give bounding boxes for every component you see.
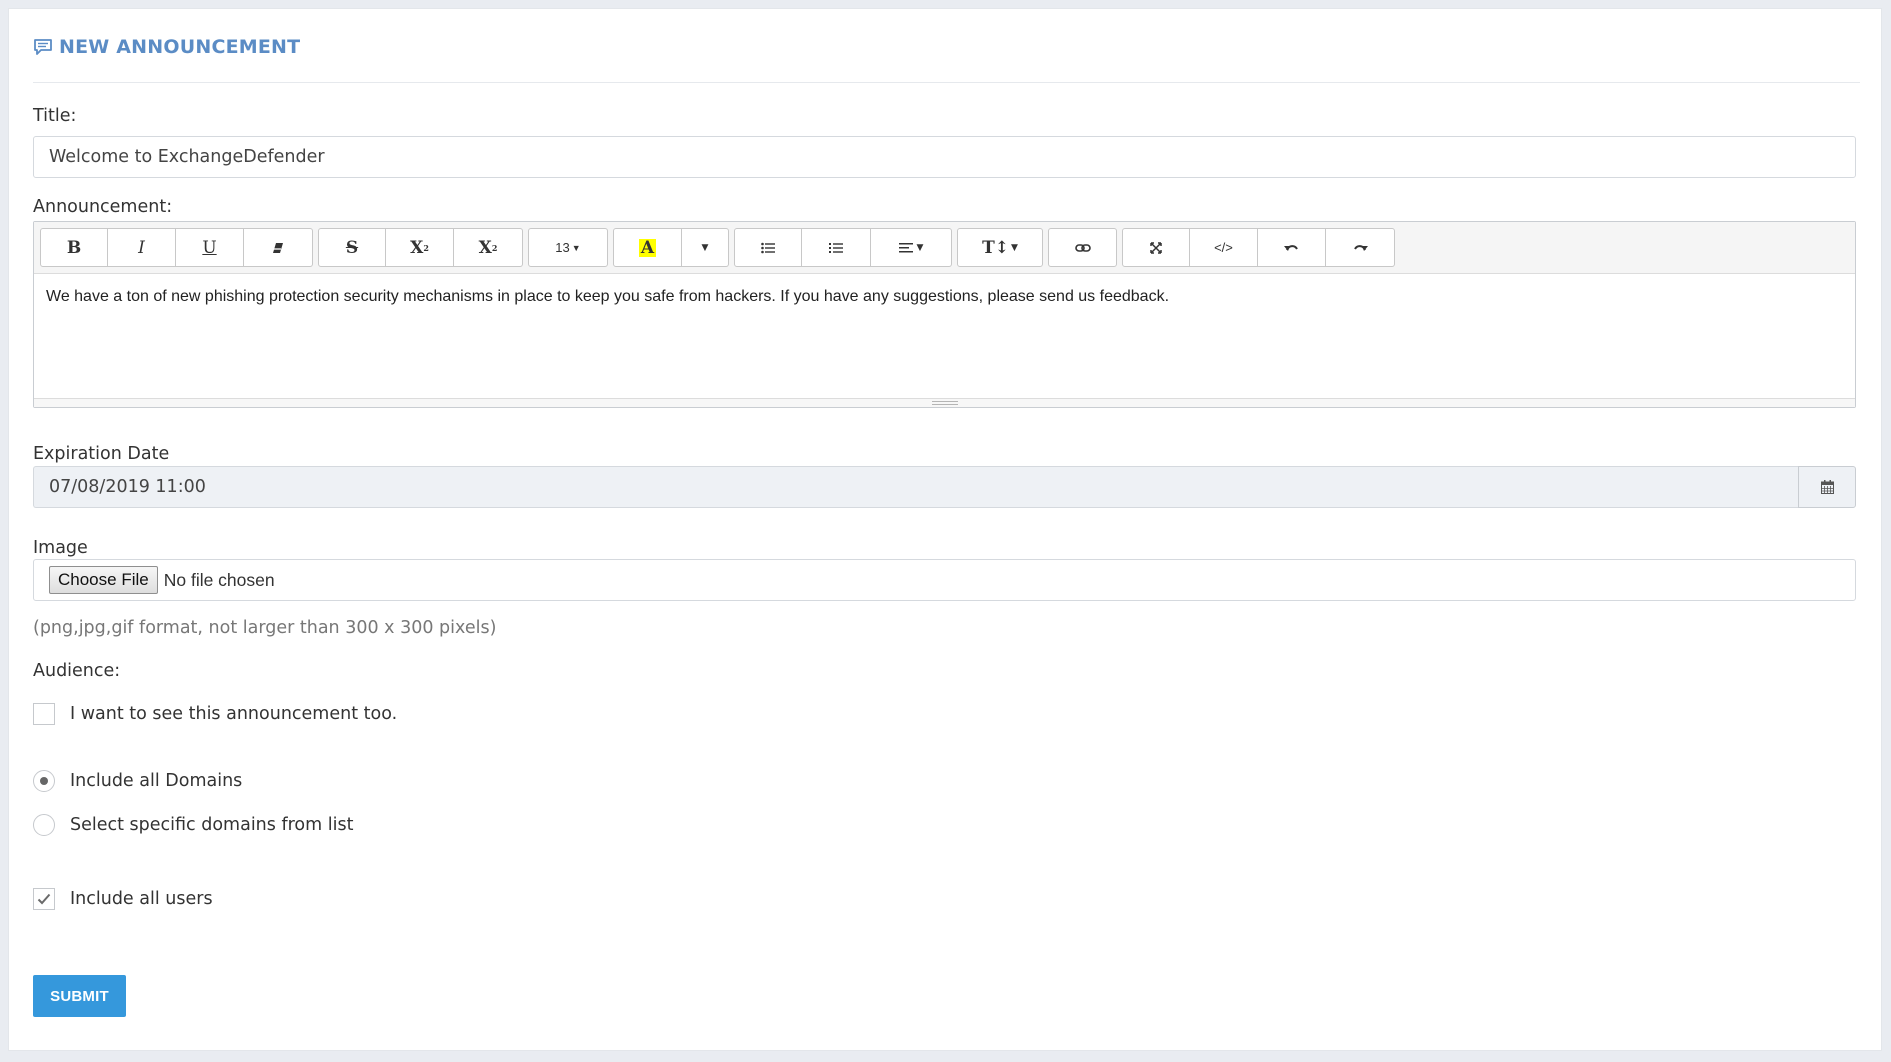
file-status: No file chosen <box>163 569 275 590</box>
submit-button[interactable]: SUBMIT <box>33 975 126 1017</box>
italic-button[interactable]: I <box>108 228 176 267</box>
page-title: NEW ANNOUNCEMENT <box>59 35 301 58</box>
expiration-date-input[interactable]: 07/08/2019 11:00 <box>33 466 1798 508</box>
line-height-dropdown[interactable]: T↕ ▼ <box>957 228 1043 267</box>
editor-content[interactable]: We have a ton of new phishing protection… <box>34 274 1855 398</box>
caret-down-icon: ▼ <box>571 242 581 253</box>
see-too-label: I want to see this announcement too. <box>70 704 398 724</box>
insert-link-button[interactable] <box>1048 228 1117 267</box>
all-users-label: Include all users <box>70 889 213 909</box>
editor-toolbar: B I U S X2 X2 13 ▼ A ▼ ▼ T↕ ▼ </> <box>34 222 1855 274</box>
checkmark-icon <box>37 893 51 905</box>
expiration-date-value: 07/08/2019 11:00 <box>49 477 206 497</box>
clear-format-button[interactable] <box>244 228 313 267</box>
script-group: S X2 X2 <box>318 228 523 267</box>
see-too-checkbox-row[interactable]: I want to see this announcement too. <box>33 703 397 725</box>
title-input[interactable]: Welcome to ExchangeDefender <box>33 136 1856 178</box>
link-icon <box>1074 243 1091 252</box>
caret-down-icon: ▼ <box>701 242 709 253</box>
height-group: T↕ ▼ <box>957 228 1043 267</box>
highlight-color-button[interactable]: A <box>613 228 682 267</box>
font-size-dropdown[interactable]: 13 ▼ <box>528 228 608 267</box>
subscript-button[interactable]: X2 <box>454 228 523 267</box>
rich-text-editor: B I U S X2 X2 13 ▼ A ▼ ▼ T↕ ▼ </> We hav… <box>33 221 1856 408</box>
announcement-panel: NEW ANNOUNCEMENT Title: Welcome to Excha… <box>8 8 1882 1051</box>
calendar-icon <box>1820 480 1834 494</box>
expiration-label: Expiration Date <box>33 444 170 464</box>
undo-icon <box>1283 244 1298 251</box>
caret-down-icon: ▼ <box>916 242 924 253</box>
code-view-button[interactable]: </> <box>1190 228 1258 267</box>
numbered-list-icon <box>829 242 843 253</box>
fullscreen-button[interactable] <box>1122 228 1190 267</box>
all-domains-radio-row[interactable]: Include all Domains <box>33 770 242 792</box>
text-color-icon: A <box>638 237 657 258</box>
font-size-value: 13 <box>555 240 570 255</box>
expiration-date-group: 07/08/2019 11:00 <box>33 466 1856 508</box>
align-dropdown-button[interactable]: ▼ <box>871 228 952 267</box>
align-left-icon <box>898 242 913 252</box>
all-domains-label: Include all Domains <box>70 771 243 791</box>
color-group: A ▼ <box>613 228 729 267</box>
color-dropdown-button[interactable]: ▼ <box>682 228 729 267</box>
choose-file-button[interactable]: Choose File <box>49 566 158 594</box>
insert-group <box>1048 228 1117 267</box>
title-input-value: Welcome to ExchangeDefender <box>49 147 325 167</box>
panel-content: NEW ANNOUNCEMENT Title: Welcome to Excha… <box>33 9 1860 1017</box>
expand-icon <box>1150 241 1162 254</box>
eraser-icon <box>273 242 283 253</box>
audience-label: Audience: <box>33 661 121 681</box>
specific-domains-radio[interactable] <box>33 814 55 836</box>
radio-selected-dot <box>40 777 48 785</box>
view-group: </> <box>1122 228 1395 267</box>
undo-button[interactable] <box>1258 228 1326 267</box>
resize-grip-icon <box>931 401 958 405</box>
superscript-button[interactable]: X2 <box>386 228 454 267</box>
redo-icon <box>1354 244 1368 251</box>
unordered-list-button[interactable] <box>734 228 802 267</box>
text-height-icon: T↕ <box>982 237 1009 258</box>
bold-button[interactable]: B <box>40 228 108 267</box>
font-style-group: B I U <box>40 228 313 267</box>
specific-domains-label: Select specific domains from list <box>70 815 354 835</box>
announcement-text: We have a ton of new phishing protection… <box>46 288 1170 305</box>
title-label: Title: <box>33 106 77 126</box>
code-icon: </> <box>1214 240 1233 255</box>
see-too-checkbox[interactable] <box>33 703 55 725</box>
panel-header: NEW ANNOUNCEMENT <box>33 9 1860 83</box>
all-users-checkbox-row[interactable]: Include all users <box>33 888 213 910</box>
image-help-text: (png,jpg,gif format, not larger than 300… <box>33 618 497 638</box>
calendar-button[interactable] <box>1798 466 1856 508</box>
redo-button[interactable] <box>1326 228 1395 267</box>
caret-down-icon: ▼ <box>1010 242 1018 253</box>
ordered-list-button[interactable] <box>802 228 871 267</box>
bullet-list-icon <box>761 242 775 253</box>
all-domains-radio[interactable] <box>33 770 55 792</box>
paragraph-group: ▼ <box>734 228 952 267</box>
announcement-label: Announcement: <box>33 197 173 217</box>
font-size-group: 13 ▼ <box>528 228 608 267</box>
specific-domains-radio-row[interactable]: Select specific domains from list <box>33 814 353 836</box>
editor-resize-handle[interactable] <box>34 398 1855 407</box>
image-label: Image <box>33 538 88 558</box>
strikethrough-button[interactable]: S <box>318 228 386 267</box>
all-users-checkbox[interactable] <box>33 888 55 910</box>
underline-button[interactable]: U <box>176 228 244 267</box>
comment-icon <box>33 38 53 56</box>
image-file-input: Choose File No file chosen <box>33 559 1856 601</box>
